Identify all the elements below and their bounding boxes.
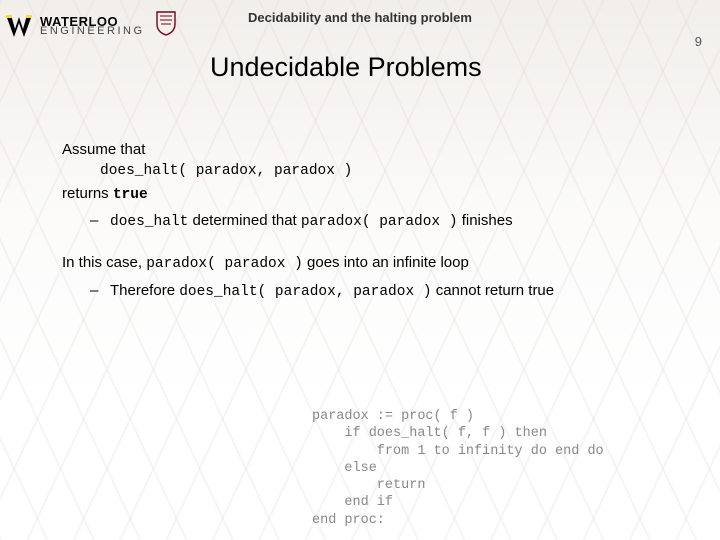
- line-case: In this case, paradox( paradox ) goes in…: [62, 253, 680, 275]
- slide-body: Assume that does_halt( paradox, paradox …: [62, 140, 680, 304]
- b1-text-1: determined that: [188, 212, 301, 229]
- waterloo-logo-icon: [4, 11, 34, 41]
- case-code: paradox( paradox ): [146, 256, 303, 272]
- returns-prefix: returns: [62, 185, 113, 202]
- b1-code-1: does_halt: [110, 214, 188, 230]
- line-call: does_halt( paradox, paradox ): [100, 162, 680, 182]
- line-returns: returns true: [62, 184, 680, 206]
- bullet-2: Therefore does_halt( paradox, paradox ) …: [90, 281, 680, 303]
- b1-code-2: paradox( paradox ): [301, 214, 458, 230]
- b1-text-2: finishes: [458, 212, 513, 229]
- waterloo-logo: WATERLOO ENGINEERING: [4, 10, 177, 42]
- slide-header: WATERLOO ENGINEERING: [0, 6, 720, 46]
- b2-text-1: Therefore: [110, 282, 179, 299]
- returns-value: true: [113, 187, 148, 203]
- line-assume: Assume that: [62, 140, 680, 160]
- bullet-1: does_halt determined that paradox( parad…: [90, 211, 680, 233]
- b2-code: does_halt( paradox, paradox ): [179, 284, 431, 300]
- crest-icon: [155, 10, 177, 42]
- case-text-1: In this case,: [62, 254, 146, 271]
- b2-text-2: cannot return true: [432, 282, 555, 299]
- code-listing: paradox := proc( f ) if does_halt( f, f …: [312, 408, 604, 529]
- slide-title: Undecidable Problems: [210, 52, 482, 83]
- logo-text: WATERLOO ENGINEERING: [40, 16, 145, 36]
- logo-line-2: ENGINEERING: [40, 27, 145, 36]
- case-text-2: goes into an infinite loop: [303, 254, 469, 271]
